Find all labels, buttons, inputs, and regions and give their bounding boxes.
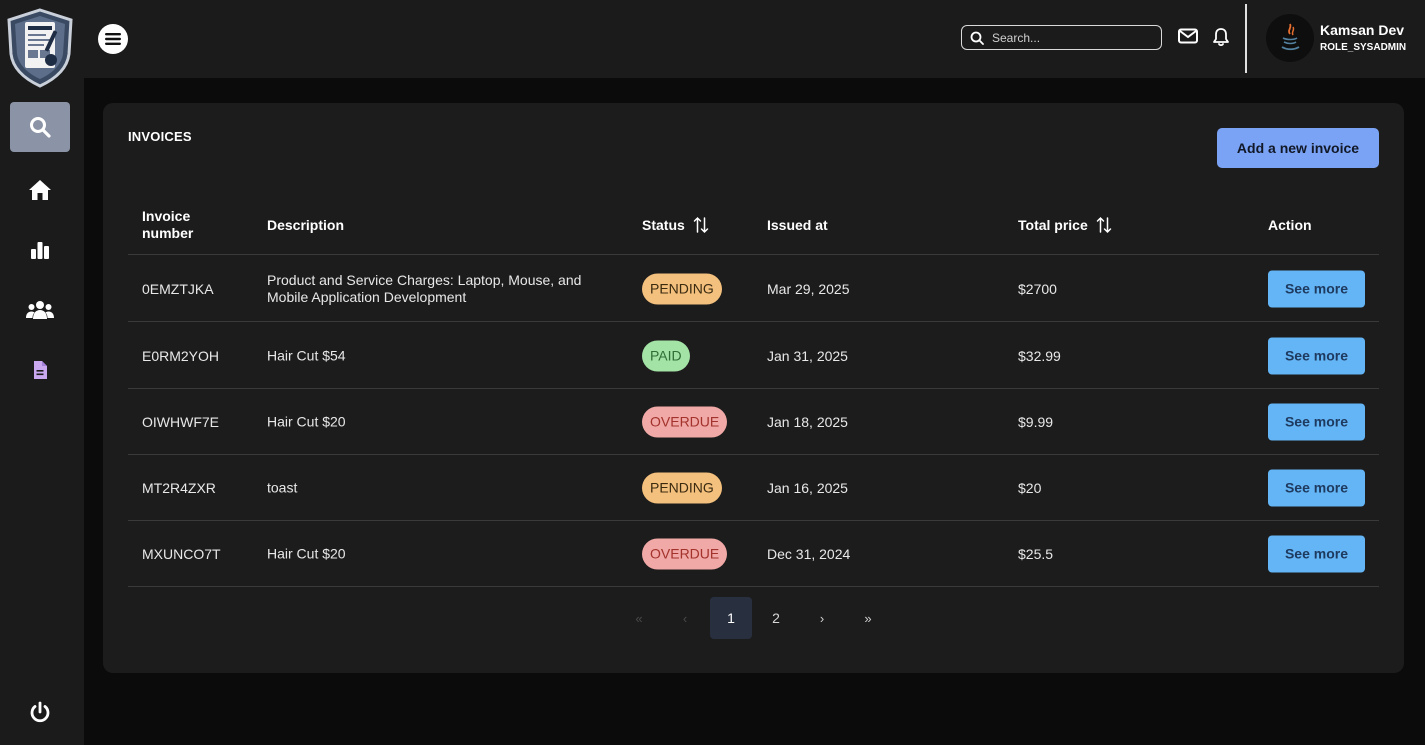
notifications-button[interactable] [1212,27,1230,52]
status-badge: PAID [642,340,690,371]
column-header-total-price: Total price [1018,216,1112,234]
invoice-description: Hair Cut $20 [267,413,346,429]
java-logo-icon [1281,23,1300,51]
column-header-label: Issued at [767,217,828,233]
column-header-label: Action [1268,217,1312,233]
table-row: MT2R4ZXR toast PENDING Jan 16, 2025 $20 … [128,455,1379,521]
invoice-number: E0RM2YOH [142,347,220,364]
invoice-number: OIWHWF7E [142,413,219,430]
issued-date: Jan 16, 2025 [767,479,848,496]
power-icon [30,701,50,723]
chart-icon [31,242,49,259]
invoices-card: INVOICES Add a new invoice Invoice numbe… [103,103,1404,673]
sort-icon[interactable] [693,216,709,234]
see-more-button[interactable]: See more [1268,469,1365,506]
total-price: $20 [1018,479,1042,496]
home-icon [29,180,51,200]
column-header-description: Description [267,217,344,233]
sort-icon[interactable] [1096,216,1112,234]
sidebar-item-users[interactable] [10,285,70,335]
avatar[interactable] [1266,14,1314,62]
invoice-number: MT2R4ZXR [142,479,216,496]
last-page-button[interactable]: » [847,597,889,639]
column-header-invoice-number: Invoice number [142,208,194,241]
sidebar-item-home[interactable] [10,165,70,215]
page-button-1[interactable]: 1 [710,597,752,639]
column-header-action: Action [1268,217,1312,233]
header-divider [1245,4,1247,73]
issued-date: Jan 31, 2025 [767,347,848,364]
logout-button[interactable] [10,687,70,737]
status-badge: OVERDUE [642,538,728,569]
invoice-description: Product and Service Charges: Laptop, Mou… [267,271,582,305]
status-badge: OVERDUE [642,406,728,437]
table-header: Invoice number Description Status Issued… [128,195,1379,255]
invoice-number: MXUNCO7T [142,545,221,562]
next-page-button[interactable]: › [801,597,843,639]
sidebar [0,0,84,745]
total-price: $2700 [1018,280,1057,297]
issued-date: Dec 31, 2024 [767,545,851,562]
search-input[interactable] [992,30,1142,45]
bell-icon [1213,28,1229,47]
see-more-button[interactable]: See more [1268,337,1365,374]
users-icon [26,301,54,319]
search-box [961,25,1162,50]
search-icon [970,31,984,45]
search-icon [30,117,51,138]
first-page-button[interactable]: « [618,597,660,639]
column-header-label: Total price [1018,217,1088,233]
column-header-label: Status [642,217,685,233]
page-title: INVOICES [128,129,192,144]
see-more-button[interactable]: See more [1268,270,1365,307]
page-button-2[interactable]: 2 [755,597,797,639]
table-row: MXUNCO7T Hair Cut $20 OVERDUE Dec 31, 20… [128,521,1379,587]
messages-button[interactable] [1178,28,1198,49]
total-price: $32.99 [1018,347,1061,364]
document-icon [34,361,47,379]
column-header-label: Description [267,217,345,233]
total-price: $9.99 [1018,413,1054,430]
invoice-description: toast [267,479,298,495]
sidebar-item-reports[interactable] [10,225,70,275]
issued-date: Mar 29, 2025 [767,280,850,297]
sidebar-item-search[interactable] [10,102,70,152]
total-price: $25.5 [1018,545,1054,562]
column-header-status: Status [642,216,709,234]
secure-invoice-logo[interactable] [5,8,75,88]
column-header-issued-at: Issued at [767,217,828,233]
add-invoice-button[interactable]: Add a new invoice [1217,128,1379,168]
see-more-button[interactable]: See more [1268,403,1365,440]
table-row: 0EMZTJKA Product and Service Charges: La… [128,256,1379,322]
previous-page-button[interactable]: ‹ [664,597,706,639]
invoice-description: Hair Cut $20 [267,545,346,561]
status-badge: PENDING [642,273,722,304]
table-row: OIWHWF7E Hair Cut $20 OVERDUE Jan 18, 20… [128,389,1379,455]
sidebar-item-invoices[interactable] [10,345,70,395]
user-role: ROLE_SYSADMIN [1320,42,1407,53]
mail-icon [1178,28,1198,44]
invoice-number: 0EMZTJKA [142,280,214,297]
invoice-description: Hair Cut $54 [267,347,346,363]
top-bar: Kamsan Dev ROLE_SYSADMIN [84,0,1425,78]
see-more-button[interactable]: See more [1268,535,1365,572]
menu-toggle-button[interactable] [98,24,128,54]
issued-date: Jan 18, 2025 [767,413,848,430]
table-row: E0RM2YOH Hair Cut $54 PAID Jan 31, 2025 … [128,323,1379,389]
status-badge: PENDING [642,472,722,503]
user-name: Kamsan Dev [1320,22,1405,38]
hamburger-icon [105,33,121,45]
